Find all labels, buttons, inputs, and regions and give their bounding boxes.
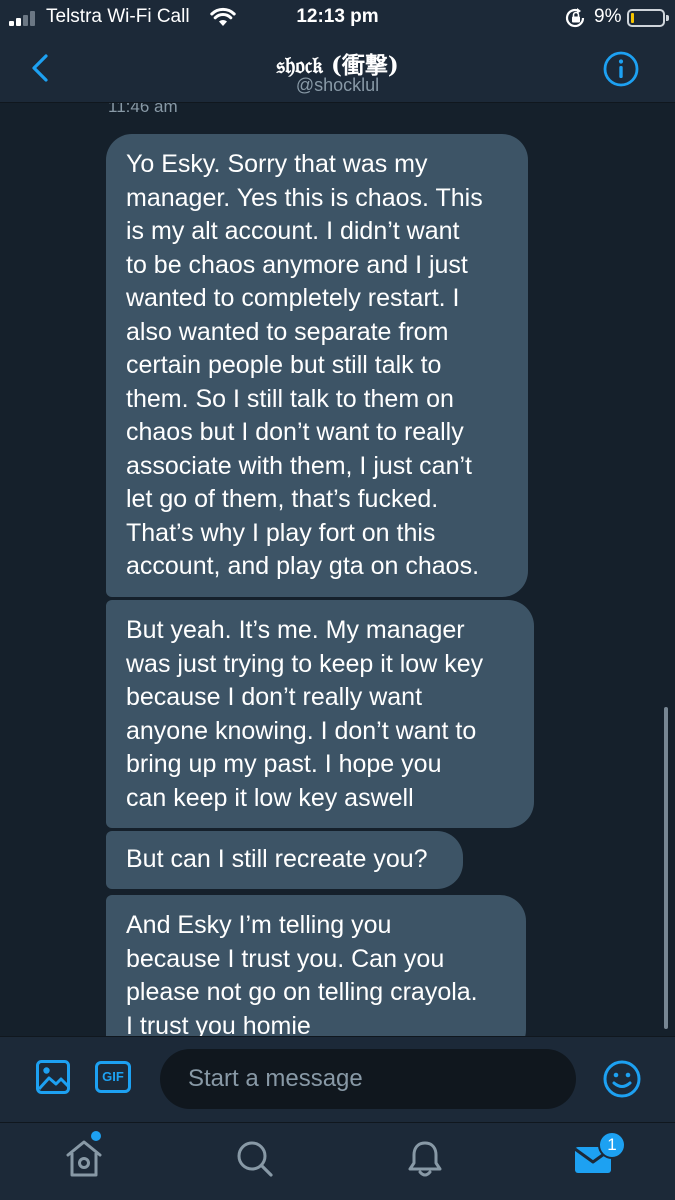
message-composer: GIF [0, 1036, 675, 1122]
message-line: That’s why I play fort on this [126, 518, 436, 547]
message-line: also wanted to separate from [126, 317, 449, 346]
home-new-indicator [91, 1131, 101, 1141]
message-bubble[interactable]: And Esky I’m telling you because I trust… [106, 895, 526, 1036]
emoji-button[interactable] [602, 1059, 642, 1099]
message-line: them. So I still talk to them on [126, 384, 454, 413]
status-bar: Telstra Wi-Fi Call 12:13 pm 9% [0, 0, 675, 34]
message-line: certain people but still talk to [126, 351, 442, 379]
message-line: was just trying to keep it low key [126, 649, 484, 678]
message-line: because I don’t really want [126, 683, 423, 711]
message-bubble[interactable]: Yo Esky. Sorry that was my manager. Yes … [106, 134, 528, 597]
top-header: Telstra Wi-Fi Call 12:13 pm 9% 𝔰𝔥𝔬𝔠𝔨 (衝撃… [0, 0, 675, 103]
conversation-handle: @shocklul [295, 75, 380, 95]
message-input[interactable] [160, 1049, 576, 1109]
message-line: Yo Esky. Sorry that was my [126, 150, 428, 178]
message-line: to be chaos anymore and I just [126, 250, 468, 279]
tab-notifications[interactable] [403, 1137, 447, 1181]
message-line: bring up my past. I hope you [126, 750, 442, 778]
message-timestamp: 11:46 am [108, 103, 178, 116]
rotation-lock-icon [565, 8, 585, 28]
message-line: please not go on telling crayola. [126, 978, 478, 1006]
conversation-thread[interactable]: 11:46 am Yo Esky. Sorry that was my mana… [0, 103, 675, 1036]
gif-button[interactable]: GIF [95, 1061, 131, 1093]
battery-percent: 9% [594, 6, 622, 27]
message-line: can keep it low key aswell [126, 783, 414, 812]
media-button[interactable] [35, 1059, 71, 1095]
message-line: associate with them, I just can’t [126, 451, 472, 480]
message-line: let go of them, that’s fucked. [126, 485, 439, 513]
message-line: anyone knowing. I don’t want to [126, 716, 477, 745]
info-button[interactable] [602, 50, 640, 88]
message-line: And Esky I’m telling you [126, 911, 392, 939]
message-line: because I trust you. Can you [126, 944, 445, 973]
message-line: But can I still recreate you? [126, 845, 428, 873]
message-line: But yeah. It’s me. My manager [126, 616, 465, 644]
message-line: I trust you homie [126, 1011, 311, 1037]
tab-home[interactable] [62, 1137, 106, 1181]
scrollbar[interactable] [664, 707, 668, 1029]
message-line: account, and play gta on chaos. [126, 552, 480, 580]
messages-badge: 1 [598, 1131, 626, 1159]
message-line: wanted to completely restart. I [126, 284, 460, 312]
tab-bar: 1 [0, 1122, 675, 1200]
message-bubble[interactable]: But yeah. It’s me. My manager was just t… [106, 600, 534, 828]
tab-search[interactable] [233, 1137, 277, 1181]
battery-icon [627, 9, 669, 27]
message-bubble[interactable]: But can I still recreate you? [106, 831, 463, 889]
message-line: is my alt account. I didn’t want [126, 217, 460, 245]
message-line: manager. Yes this is chaos. This [126, 183, 483, 212]
message-line: chaos but I don’t want to really [126, 418, 464, 446]
